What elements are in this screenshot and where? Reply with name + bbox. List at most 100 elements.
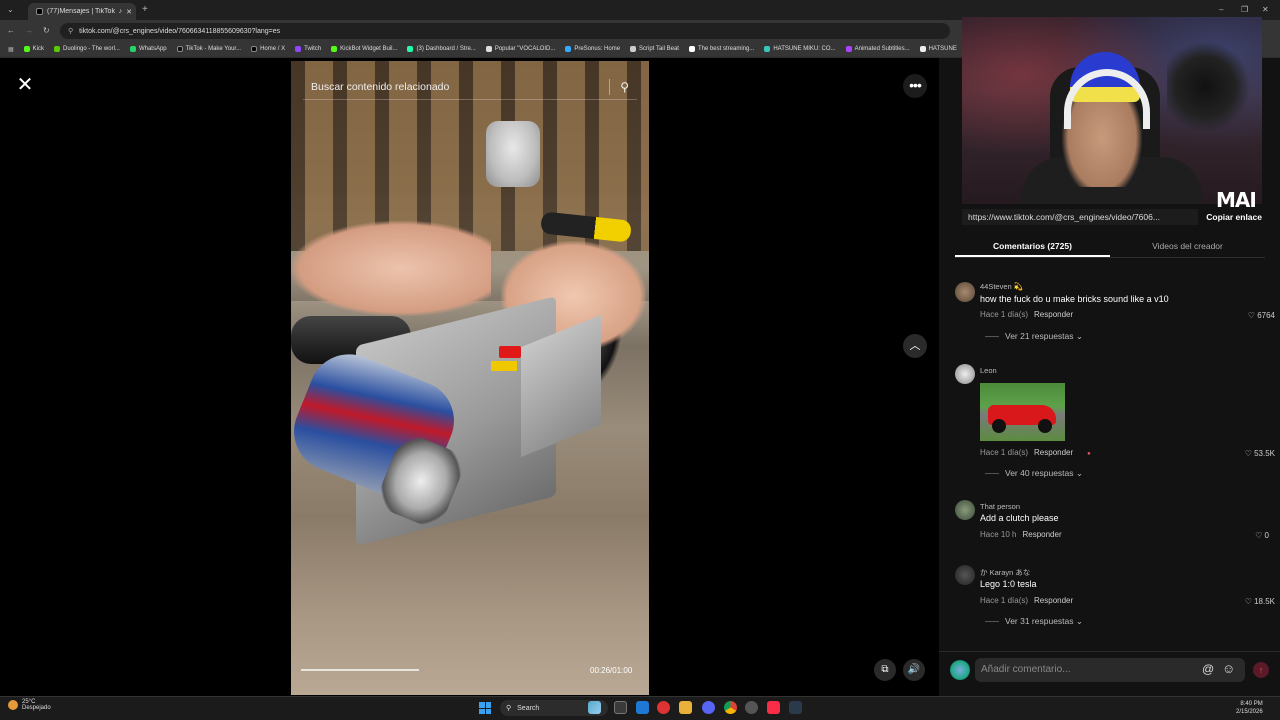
chevron-down-icon: ⌄ [1075,468,1084,478]
avatar[interactable] [955,500,975,520]
mention-at-icon[interactable]: @ [1202,662,1214,676]
weather-condition: Despejado [22,705,51,711]
heart-icon[interactable]: ♡ [1255,531,1264,540]
bookmark-kickbot[interactable]: KickBot Widget Buil... [331,46,397,52]
discord-icon[interactable] [702,701,715,714]
picture-in-picture-icon[interactable]: ⧉ [874,659,896,681]
comment-text: how the fuck do u make bricks sound like… [980,294,1169,304]
f1-car-wheel [1038,419,1052,433]
bookmark-hatsune[interactable]: HATSUNE [919,46,957,52]
related-search-placeholder: Buscar contenido relacionado [311,80,450,93]
browser-tab-title: (77)Mensajes | TikTok [47,8,115,15]
forward-arrow-icon[interactable]: → [25,26,33,35]
f1-car-wheel [992,419,1006,433]
copy-link-button[interactable]: Copiar enlace [1206,212,1262,222]
address-url: tiktok.com/@crs_engines/video/7606634118… [79,27,281,35]
view-replies-button[interactable]: Ver 40 respuestas ⌄ [985,468,1083,479]
video-link-field[interactable]: https://www.tiktok.com/@crs_engines/vide… [962,208,1199,225]
tab-close-icon[interactable]: ✕ [126,8,132,16]
video-frame-left-hand [291,221,491,316]
tab-comments[interactable]: Comentarios (2725) [955,236,1110,257]
tab-list-icon[interactable]: ⌄ [7,5,14,14]
comment-likes[interactable]: ♡ 53.5K [1245,449,1275,458]
browser-tab-tiktok[interactable]: (77)Mensajes | TikTok ♪ ✕ [28,3,136,20]
heart-icon[interactable]: ♡ [1248,311,1257,320]
capcut-app-icon[interactable] [789,701,802,714]
new-tab-button[interactable]: + [142,4,148,15]
avatar[interactable] [950,660,970,680]
apps-grid-icon[interactable]: ▦ [8,46,14,53]
system-clock[interactable]: 8:40 PM 2/15/2026 [1236,700,1263,716]
music-app-icon[interactable] [767,701,780,714]
chrome-browser-icon[interactable] [724,701,737,714]
window-close-button[interactable]: ✕ [1262,5,1269,14]
opera-browser-icon[interactable] [657,701,670,714]
bookmark-animated-subtitles[interactable]: Animated Subtitles... [845,46,910,52]
comment-username[interactable]: 44Steven 💫 [980,282,1023,291]
comment-likes[interactable]: ♡ 6764 [1248,311,1275,320]
edge-browser-icon[interactable] [636,701,649,714]
taskbar-app-icon[interactable] [588,701,601,714]
bookmark-kick[interactable]: Kick [23,46,44,52]
bookmark-hatsune-miku[interactable]: HATSUNE MIKU: CO... [764,46,836,52]
bookmark-vocaloid[interactable]: Popular "VOCALOID... [485,46,555,52]
clock-date: 2/15/2026 [1236,709,1263,715]
more-options-icon[interactable]: ••• [903,74,927,98]
maximize-button[interactable]: ❐ [1241,5,1248,14]
chevron-down-icon: ⌄ [1075,616,1084,626]
comment-username[interactable]: Leon [980,366,997,375]
comment-likes[interactable]: ♡ 18.5K [1245,597,1275,606]
close-video-button[interactable]: ✕ [14,74,36,96]
bookmark-presonus[interactable]: PreSonus: Home [565,46,620,52]
reply-button[interactable]: Responder [1034,596,1073,605]
related-search-input[interactable]: Buscar contenido relacionado ⚲ [303,74,637,100]
bookmark-tiktok[interactable]: TikTok - Make Your... [176,46,241,52]
reply-button[interactable]: Responder [1022,530,1061,539]
previous-video-chevron-up-icon[interactable]: ︿ [903,334,927,358]
bookmark-dashboard[interactable]: (3) Dashboard / Stre... [407,46,476,52]
volume-icon[interactable]: 🔊 [903,659,925,681]
back-arrow-icon[interactable]: ← [7,26,15,35]
avatar[interactable] [955,565,975,585]
bookmark-whatsapp[interactable]: WhatsApp [129,46,167,52]
bookmark-twitch[interactable]: Twitch [295,46,321,52]
video-frame-red-brick [499,346,521,358]
minimize-button[interactable]: – [1219,5,1223,14]
task-view-icon[interactable] [614,701,627,714]
comment-image-f1-car[interactable] [980,383,1065,441]
windows-start-icon[interactable] [479,702,491,714]
bookmark-x[interactable]: Home / X [251,46,285,52]
site-info-icon[interactable]: ⚲ [68,27,73,35]
view-replies-button[interactable]: Ver 21 respuestas ⌄ [985,331,1083,342]
comment-item: か Karayn あな Lego 1:0 tesla Hace 1 día(s)… [955,565,1275,629]
avatar[interactable] [955,282,975,302]
weather-widget[interactable]: 25°C Despejado [8,699,51,711]
comment-time: Hace 1 día(s) [980,596,1029,605]
video-player[interactable] [291,61,649,695]
settings-gear-icon[interactable] [745,701,758,714]
tab-creator-videos[interactable]: Videos del creador [1110,236,1265,257]
file-explorer-icon[interactable] [679,701,692,714]
send-arrow-icon[interactable]: ↑ [1253,662,1269,678]
reply-button[interactable]: Responder [1034,448,1073,457]
comment-item: Leon Hace 1 día(s) Responder ● ♡ 53.5K Ver… [955,364,1275,484]
comment-item: 44Steven 💫 how the fuck do u make bricks… [955,282,1275,346]
search-icon[interactable]: ⚲ [620,80,629,94]
tab-audio-icon[interactable]: ♪ [119,8,123,15]
bookmark-duolingo[interactable]: Duolingo - The worl... [54,46,120,52]
heart-icon[interactable]: ♡ [1245,597,1254,606]
view-replies-button[interactable]: Ver 31 respuestas ⌄ [985,616,1083,627]
address-bar[interactable]: ⚲ tiktok.com/@crs_engines/video/76066341… [60,23,950,39]
heart-icon[interactable]: ♡ [1245,449,1254,458]
bookmark-script-tail-beat[interactable]: Script Tail Beat [630,46,679,52]
comment-likes[interactable]: ♡ 0 [1255,531,1269,540]
avatar[interactable] [955,364,975,384]
comment-username[interactable]: か Karayn あな [980,567,1030,578]
bookmark-streaming[interactable]: The best streaming... [688,46,754,52]
creator-liked-icon: ● [1087,451,1091,457]
comment-username[interactable]: That person [980,502,1020,511]
reply-button[interactable]: Responder [1034,310,1073,319]
reload-icon[interactable]: ↻ [43,26,50,35]
emoji-icon[interactable]: ☺ [1222,661,1235,676]
video-progress-bar[interactable] [301,669,420,671]
